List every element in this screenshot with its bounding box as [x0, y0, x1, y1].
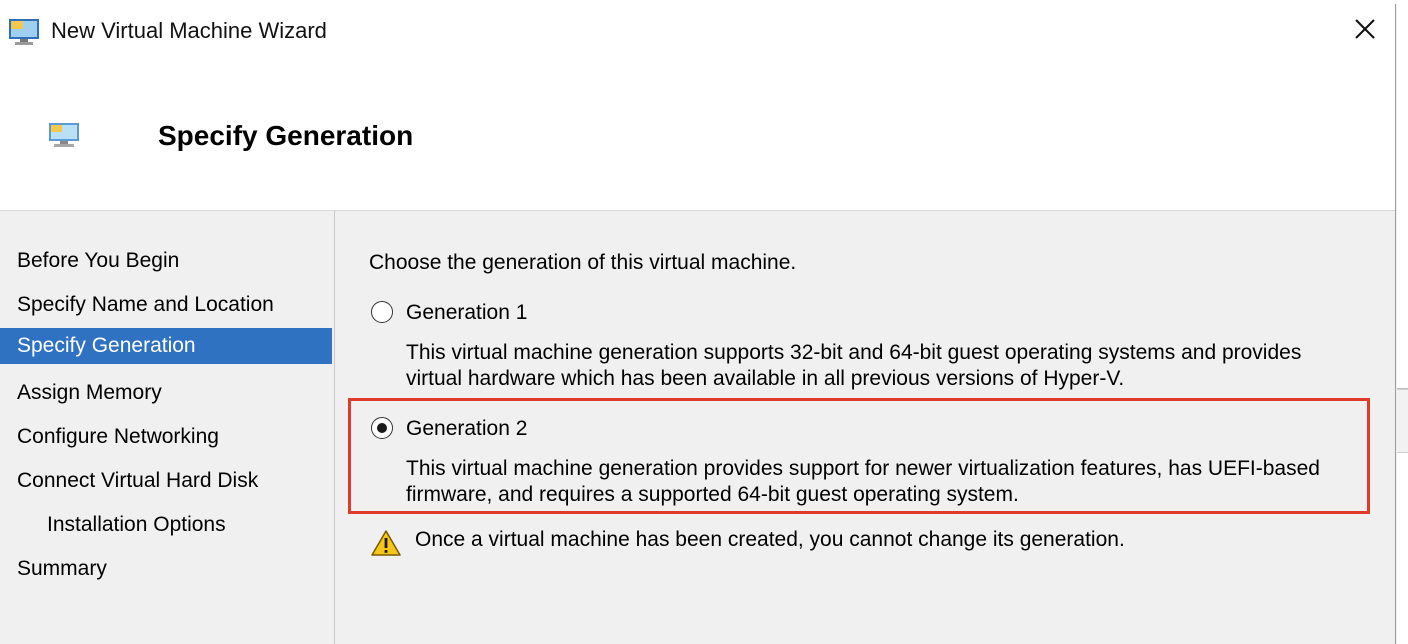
- nav-item-configure-networking[interactable]: Configure Networking: [0, 419, 332, 455]
- generation-1-radio[interactable]: [371, 301, 393, 323]
- nav-item-summary[interactable]: Summary: [0, 551, 332, 587]
- generation-2-description-line: This virtual machine generation provides…: [406, 457, 1320, 480]
- wizard-header: Specify Generation: [0, 58, 1395, 211]
- generation-prompt: Choose the generation of this virtual ma…: [369, 251, 797, 274]
- wizard-steps-nav: Before You Begin Specify Name and Locati…: [0, 211, 335, 644]
- generation-1-label[interactable]: Generation 1: [406, 301, 527, 325]
- nav-item-assign-memory[interactable]: Assign Memory: [0, 375, 332, 411]
- title-bar: New Virtual Machine Wizard: [0, 4, 1395, 58]
- close-button[interactable]: [1336, 4, 1394, 58]
- nav-item-connect-virtual-hard-disk[interactable]: Connect Virtual Hard Disk: [0, 463, 332, 499]
- nav-item-installation-options[interactable]: Installation Options: [0, 507, 332, 543]
- window-title: New Virtual Machine Wizard: [51, 18, 327, 43]
- generation-2-description-line: firmware, and requires a supported 64-bi…: [406, 483, 1019, 506]
- close-icon: [1354, 18, 1376, 45]
- page-title: Specify Generation: [158, 120, 414, 151]
- background-control: [1397, 389, 1408, 453]
- nav-item-before-you-begin[interactable]: Before You Begin: [0, 243, 332, 279]
- generation-1-description-line: virtual hardware which has been availabl…: [406, 367, 1125, 390]
- nav-item-specify-name-and-location[interactable]: Specify Name and Location: [0, 287, 332, 323]
- background-window-edge: [1397, 0, 1408, 644]
- wizard-window: New Virtual Machine Wizard Specify Gener…: [0, 4, 1396, 644]
- generation-1-description: This virtual machine generation supports…: [406, 340, 1366, 392]
- nav-item-specify-generation[interactable]: Specify Generation: [0, 328, 332, 364]
- monitor-icon: [48, 122, 80, 153]
- generation-2-label[interactable]: Generation 2: [406, 417, 527, 441]
- generation-2-description: This virtual machine generation provides…: [406, 456, 1366, 508]
- generation-2-radio[interactable]: [371, 417, 393, 439]
- radio-selected-dot: [377, 423, 387, 433]
- wizard-content: Choose the generation of this virtual ma…: [336, 211, 1395, 644]
- warning-triangle-icon: [370, 529, 402, 562]
- generation-1-description-line: This virtual machine generation supports…: [406, 341, 1302, 364]
- generation-warning-text: Once a virtual machine has been created,…: [415, 528, 1125, 551]
- monitor-icon: [8, 17, 40, 52]
